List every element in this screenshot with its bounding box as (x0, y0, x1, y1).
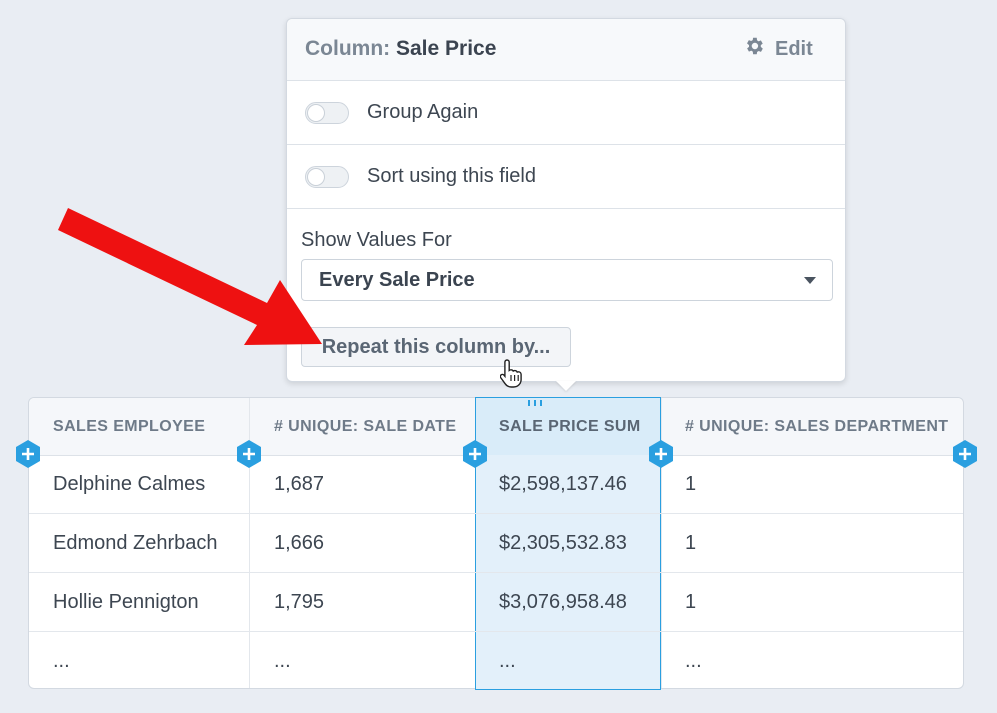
table-cell: 1,795 (274, 591, 325, 613)
column-header-unique-sales-department[interactable]: # UNIQUE: SALES DEPARTMENT (662, 398, 962, 455)
sort-label: Sort using this field (367, 165, 536, 187)
hand-pointer-cursor (500, 359, 522, 388)
popover-title: Column: Sale Price (305, 37, 497, 60)
sort-toggle[interactable] (305, 165, 349, 188)
table-cell: 1,666 (274, 532, 325, 554)
add-column-plus-icon[interactable] (236, 439, 262, 469)
column-drag-handle[interactable] (528, 400, 544, 406)
chevron-down-icon (804, 277, 816, 284)
column-header-sales-employee[interactable]: SALES EMPLOYEE (29, 398, 249, 455)
table-cell: 1 (685, 591, 697, 613)
show-values-select[interactable]: Every Sale Price (301, 259, 833, 301)
group-again-label: Group Again (367, 101, 479, 123)
group-again-toggle[interactable] (305, 101, 349, 124)
sort-row: Sort using this field (287, 145, 845, 209)
table-cell: 1 (685, 473, 697, 495)
show-values-label: Show Values For (301, 229, 452, 251)
add-column-plus-icon[interactable] (15, 439, 41, 469)
table-cell: $2,305,532.83 (499, 532, 627, 554)
table-cell: $3,076,958.48 (499, 591, 627, 613)
data-table: SALES EMPLOYEE # UNIQUE: SALE DATE SALE … (28, 397, 964, 690)
edit-button[interactable]: Edit (743, 35, 813, 63)
add-column-plus-icon[interactable] (462, 439, 488, 469)
gear-icon (743, 35, 765, 63)
table-cell: Hollie Pennigton (53, 591, 199, 613)
table-cell: ... (685, 650, 702, 672)
add-column-plus-icon[interactable] (952, 439, 978, 469)
table-cell: ... (499, 650, 516, 672)
popover-pointer (556, 381, 576, 391)
column-settings-popover: Column: Sale Price Edit Group Again Sort… (286, 18, 846, 382)
add-column-plus-icon[interactable] (648, 439, 674, 469)
column-header-unique-sale-date[interactable]: # UNIQUE: SALE DATE (250, 398, 475, 455)
table-cell: Edmond Zehrbach (53, 532, 218, 554)
table-cell: Delphine Calmes (53, 473, 206, 495)
table-cell: 1 (685, 532, 697, 554)
table-cell: ... (274, 650, 291, 672)
show-values-selected: Every Sale Price (319, 268, 475, 291)
group-again-row: Group Again (287, 81, 845, 145)
edit-label: Edit (775, 37, 813, 60)
column-header-sale-price-sum[interactable]: SALE PRICE SUM (475, 398, 661, 455)
table-cell: $2,598,137.46 (499, 473, 627, 495)
table-cell: ... (53, 650, 70, 672)
repeat-column-button[interactable]: Repeat this column by... (301, 327, 571, 367)
table-cell: 1,687 (274, 473, 325, 495)
popover-header: Column: Sale Price Edit (287, 19, 845, 81)
